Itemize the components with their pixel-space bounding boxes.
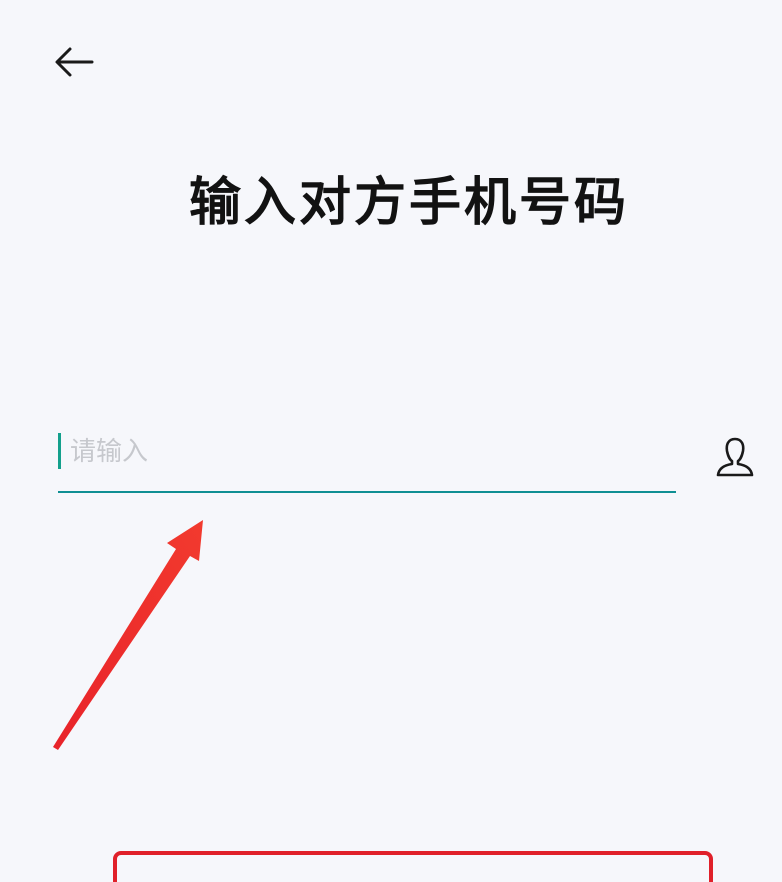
screen: 输入对方手机号码 <box>0 0 782 882</box>
arrow-left-icon <box>55 47 94 77</box>
highlight-box <box>113 851 713 882</box>
text-cursor <box>58 433 61 469</box>
contact-picker-button[interactable] <box>710 432 760 482</box>
page-title: 输入对方手机号码 <box>188 173 629 233</box>
back-button[interactable] <box>50 40 98 84</box>
input-underline <box>58 491 676 493</box>
phone-number-field[interactable] <box>58 425 676 493</box>
phone-number-input[interactable] <box>68 429 672 475</box>
person-icon <box>716 437 754 477</box>
